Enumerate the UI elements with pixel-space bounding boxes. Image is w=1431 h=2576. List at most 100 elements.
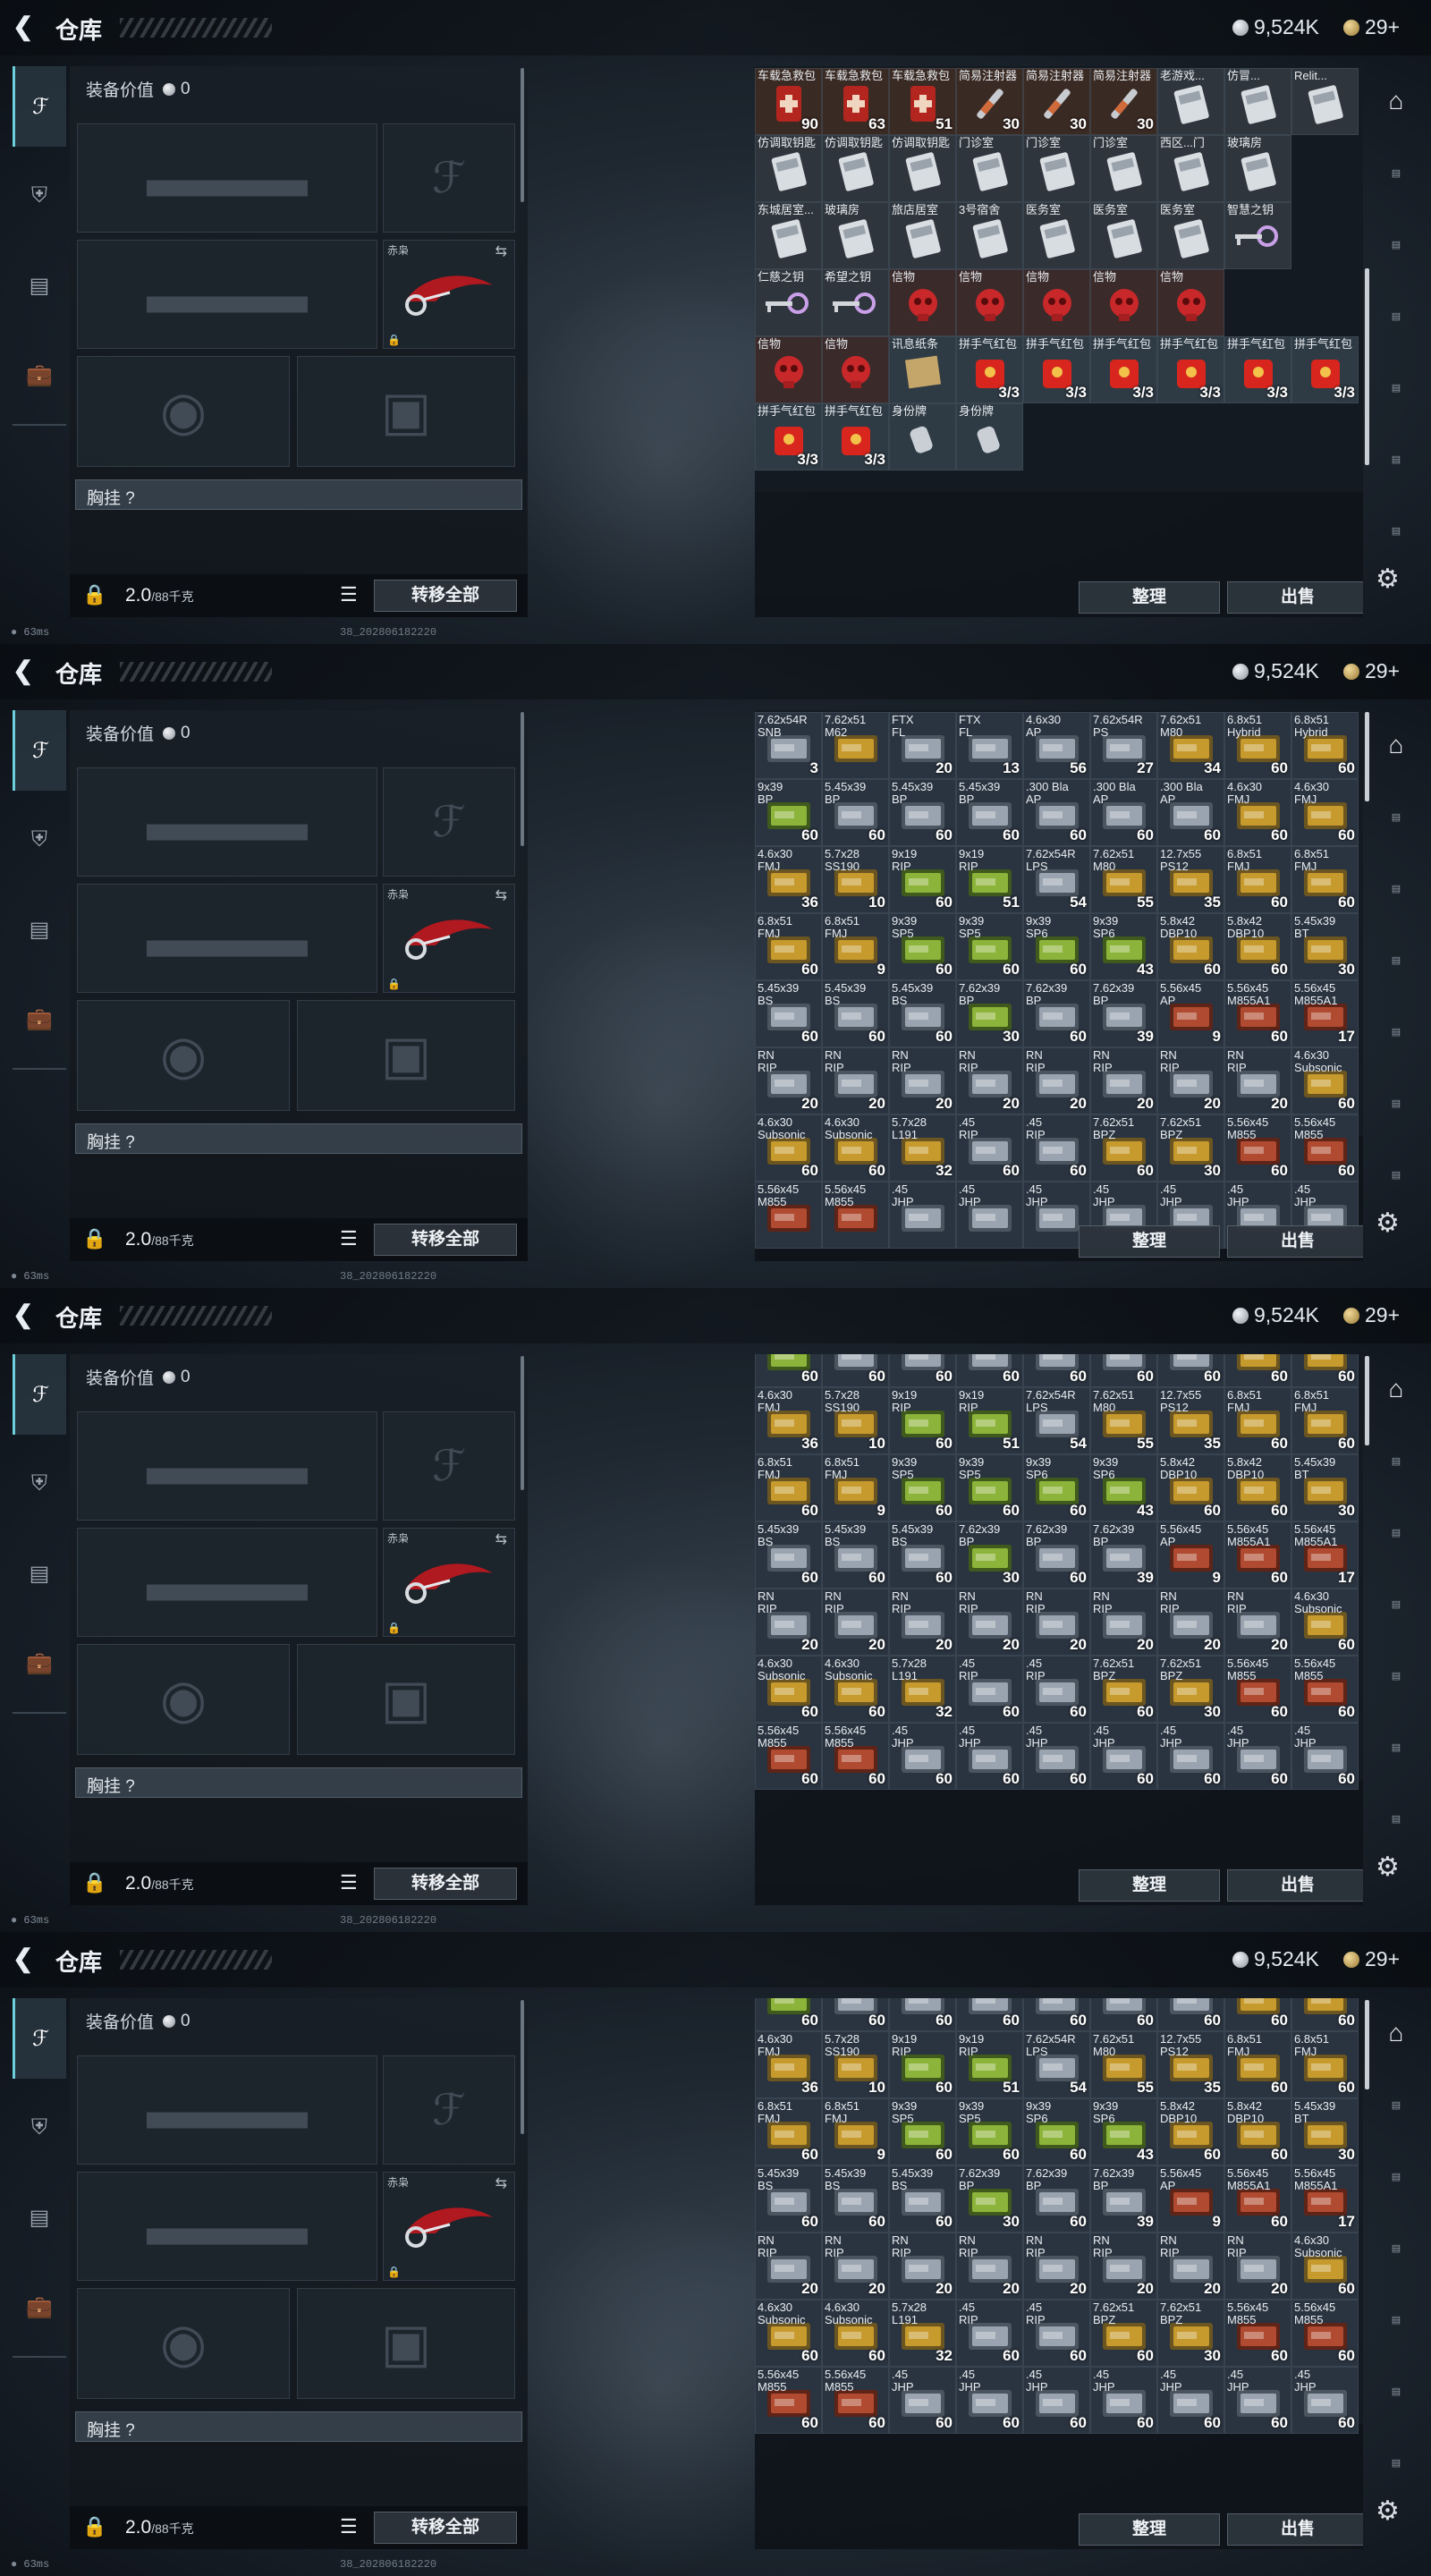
stash-item[interactable]: 5.56x45 M855 60 bbox=[1224, 1114, 1291, 1182]
stash-item[interactable]: 5.56x45 M855 60 bbox=[755, 2367, 822, 2434]
stash-item[interactable]: 5.45x39 BS 60 bbox=[755, 2165, 822, 2233]
stash-tab-2[interactable]: ▤ bbox=[1376, 1503, 1417, 1562]
stash-item[interactable]: .45 JHP 60 bbox=[956, 2367, 1023, 2434]
stash-item[interactable]: 4.6x30 Subsonic 60 bbox=[755, 1114, 822, 1182]
stash-item[interactable]: 5.45x39 BS 60 bbox=[755, 1521, 822, 1589]
stash-item[interactable]: 60 bbox=[1157, 1998, 1224, 2031]
stash-item[interactable]: 信物 bbox=[956, 269, 1023, 336]
chest-rig-slot[interactable]: 胸挂 ? bbox=[75, 1767, 522, 1798]
stash-home-tab[interactable]: ⌂ bbox=[1376, 72, 1417, 131]
stash-item[interactable]: RN RIP 20 bbox=[889, 1589, 956, 1656]
stash-item[interactable]: 60 bbox=[755, 1998, 822, 2031]
stash-item[interactable]: 7.62x54R PS 27 bbox=[1090, 712, 1157, 779]
stash-item[interactable]: 5.45x39 BT 30 bbox=[1291, 2098, 1359, 2165]
stash-item[interactable]: 9x19 RIP 51 bbox=[956, 1387, 1023, 1454]
stash-item[interactable]: 信物 bbox=[1090, 269, 1157, 336]
gear-icon[interactable]: ⚙ bbox=[1376, 2496, 1400, 2527]
pistol-slot[interactable]: ℱ bbox=[383, 2055, 515, 2165]
stash-item[interactable]: .300 Bla AP 60 bbox=[1023, 779, 1090, 846]
stash-item[interactable]: .300 Bla AP 60 bbox=[1090, 779, 1157, 846]
stash-item[interactable]: RN RIP 20 bbox=[1090, 1047, 1157, 1114]
stash-scrollbar[interactable] bbox=[1365, 1356, 1369, 1445]
stash-item[interactable]: 9x39 BP 60 bbox=[755, 779, 822, 846]
equipment-scrollbar[interactable] bbox=[521, 712, 524, 846]
sell-button[interactable]: 出售 bbox=[1227, 1869, 1363, 1902]
stash-tab-6[interactable]: ▤ bbox=[1376, 1789, 1417, 1848]
stash-item[interactable]: 5.56x45 M855A1 17 bbox=[1291, 1521, 1359, 1589]
stash-item[interactable]: 60 bbox=[889, 1354, 956, 1387]
stash-item[interactable]: 4.6x30 AP 56 bbox=[1023, 712, 1090, 779]
stash-item[interactable]: RN RIP 20 bbox=[822, 1589, 889, 1656]
chest-rig-slot[interactable]: 胸挂 ? bbox=[75, 479, 522, 510]
stash-item[interactable]: .45 JHP 60 bbox=[1291, 1723, 1359, 1790]
stash-item[interactable]: 12.7x55 PS12 35 bbox=[1157, 1387, 1224, 1454]
gold-currency[interactable]: 29+ bbox=[1343, 1947, 1400, 1971]
stash-item[interactable]: 60 bbox=[1023, 1998, 1090, 2031]
stash-item[interactable]: 希望之钥 bbox=[822, 269, 889, 336]
stash-item[interactable]: 7.62x39 BP 60 bbox=[1023, 980, 1090, 1047]
stash-item[interactable]: 9x39 SP6 60 bbox=[1023, 913, 1090, 980]
transfer-all-button[interactable]: 转移全部 bbox=[374, 1224, 517, 1256]
stash-item[interactable]: 简易注射器 30 bbox=[1090, 68, 1157, 135]
stash-item[interactable]: 4.6x30 Subsonic 60 bbox=[755, 2300, 822, 2367]
stash-item[interactable]: 5.56x45 M855 60 bbox=[1224, 2300, 1291, 2367]
stash-item[interactable]: 信物 bbox=[1157, 269, 1224, 336]
sort-button[interactable]: 整理 bbox=[1079, 581, 1220, 614]
stash-item[interactable]: RN RIP 20 bbox=[889, 1047, 956, 1114]
stash-item[interactable]: 9x19 RIP 60 bbox=[889, 846, 956, 913]
stash-tab-1[interactable]: ▤ bbox=[1376, 2075, 1417, 2134]
stash-item[interactable]: 医务室 bbox=[1023, 202, 1090, 269]
equipment-scrollbar[interactable] bbox=[521, 2000, 524, 2134]
stash-item[interactable]: .45 JHP 60 bbox=[1023, 1723, 1090, 1790]
stash-item[interactable]: 4.6x30 FMJ 60 bbox=[1291, 779, 1359, 846]
stash-item[interactable]: 60 bbox=[956, 1998, 1023, 2031]
stash-item[interactable]: 老游戏... bbox=[1157, 68, 1224, 135]
stash-item[interactable]: RN RIP 20 bbox=[956, 2233, 1023, 2300]
stash-item[interactable]: RN RIP 20 bbox=[755, 2233, 822, 2300]
stash-item[interactable]: .45 JHP 60 bbox=[1291, 2367, 1359, 2434]
stash-item[interactable]: 7.62x51 M80 55 bbox=[1090, 1387, 1157, 1454]
stash-item[interactable]: 6.8x51 FMJ 60 bbox=[755, 1454, 822, 1521]
stash-item[interactable]: 5.8x42 DBP10 60 bbox=[1157, 1454, 1224, 1521]
stash-item[interactable]: .45 JHP 60 bbox=[889, 1723, 956, 1790]
stash-item[interactable]: FTX FL 13 bbox=[956, 712, 1023, 779]
stash-item[interactable]: 拼手气红包 3/3 bbox=[1090, 336, 1157, 403]
nav-vest[interactable]: ▤ bbox=[13, 245, 66, 326]
stash-tab-2[interactable]: ▤ bbox=[1376, 2147, 1417, 2206]
list-icon[interactable]: ☰ bbox=[340, 2515, 358, 2538]
stash-item[interactable]: 5.56x45 M855 60 bbox=[1291, 1114, 1359, 1182]
stash-item[interactable]: 60 bbox=[889, 1998, 956, 2031]
stash-tab-1[interactable]: ▤ bbox=[1376, 1431, 1417, 1490]
stash-item[interactable]: 5.8x42 DBP10 60 bbox=[1157, 2098, 1224, 2165]
sell-button[interactable]: 出售 bbox=[1227, 2513, 1363, 2546]
stash-item[interactable]: 简易注射器 30 bbox=[956, 68, 1023, 135]
stash-item[interactable]: 身份牌 bbox=[956, 403, 1023, 470]
stash-item[interactable]: 智慧之钥 bbox=[1224, 202, 1291, 269]
sort-button[interactable]: 整理 bbox=[1079, 2513, 1220, 2546]
stash-item[interactable]: 60 bbox=[1090, 1998, 1157, 2031]
stash-item[interactable]: 60 bbox=[755, 1354, 822, 1387]
stash-item[interactable]: 5.56x45 M855 60 bbox=[822, 2367, 889, 2434]
stash-item[interactable]: RN RIP 20 bbox=[822, 1047, 889, 1114]
stash-item[interactable]: 6.8x51 FMJ 60 bbox=[755, 2098, 822, 2165]
stash-item[interactable]: 7.62x39 BP 30 bbox=[956, 980, 1023, 1047]
primary-weapon-slot[interactable]: ▬▬▬ bbox=[77, 2055, 377, 2165]
stash-item[interactable]: 7.62x51 M80 55 bbox=[1090, 2031, 1157, 2098]
stash-item[interactable]: 5.45x39 BP 60 bbox=[889, 779, 956, 846]
stash-item[interactable]: 60 bbox=[1157, 1354, 1224, 1387]
back-arrow-icon[interactable]: ❮ bbox=[13, 1946, 41, 1973]
stash-tab-1[interactable]: ▤ bbox=[1376, 787, 1417, 846]
stash-item[interactable]: 5.7x28 L191 32 bbox=[889, 1656, 956, 1723]
stash-scrollbar[interactable] bbox=[1365, 2000, 1369, 2089]
pistol-slot[interactable]: ℱ bbox=[383, 123, 515, 233]
stash-item[interactable]: 9x39 SP5 60 bbox=[889, 2098, 956, 2165]
stash-item[interactable]: 车载急救包 51 bbox=[889, 68, 956, 135]
stash-item[interactable]: 5.45x39 BS 60 bbox=[889, 2165, 956, 2233]
nav-armor[interactable]: ⛨ bbox=[13, 156, 66, 236]
stash-item[interactable]: 信物 bbox=[1023, 269, 1090, 336]
stash-item[interactable]: 5.56x45 M855 60 bbox=[1291, 2300, 1359, 2367]
stash-item[interactable]: .45 RIP 60 bbox=[1023, 1114, 1090, 1182]
stash-item[interactable]: 西区...门 bbox=[1157, 135, 1224, 202]
nav-armor[interactable]: ⛨ bbox=[13, 2088, 66, 2168]
stash-item[interactable]: RN RIP 20 bbox=[956, 1047, 1023, 1114]
